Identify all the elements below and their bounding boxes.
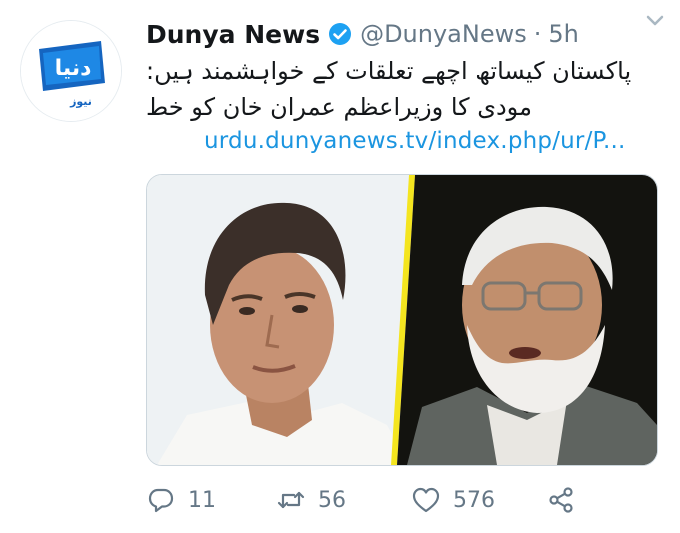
logo-wordmark: دنیا xyxy=(55,56,92,81)
tweet-actions: 11 56 576 xyxy=(146,478,656,522)
tweet-text-line-1: پاکستان کیساتھ اچھے تعلقات کے خواہشمند ہ… xyxy=(146,57,632,85)
retweet-icon xyxy=(277,491,305,509)
separator-dot: · xyxy=(533,20,542,48)
retweet-button[interactable]: 56 xyxy=(276,478,346,522)
verified-badge-icon xyxy=(328,22,352,46)
reply-count: 11 xyxy=(188,487,216,513)
author-handle[interactable]: @DunyaNews xyxy=(360,20,527,48)
tweet-media[interactable] xyxy=(146,174,658,466)
right-photo xyxy=(397,175,657,465)
caret-down-icon[interactable] xyxy=(644,8,666,34)
reply-icon xyxy=(148,488,174,513)
share-button[interactable] xyxy=(546,478,576,522)
tweet-timestamp[interactable]: 5h xyxy=(548,20,578,48)
retweet-count: 56 xyxy=(318,487,346,513)
author-name[interactable]: Dunya News xyxy=(146,20,320,49)
left-photo xyxy=(147,175,409,465)
logo-subtitle: نیوز xyxy=(69,95,92,108)
dunya-news-logo: دنیا نیوز xyxy=(21,21,121,121)
like-button[interactable]: 576 xyxy=(411,478,495,522)
like-icon xyxy=(412,487,440,513)
tweet-header: Dunya News @DunyaNews · 5h xyxy=(146,14,579,54)
avatar[interactable]: دنیا نیوز xyxy=(20,20,122,122)
reply-button[interactable]: 11 xyxy=(146,478,216,522)
share-icon xyxy=(549,487,573,513)
tweet-text-line-2: مودی کا وزیراعظم عمران خان کو خط xyxy=(146,93,532,121)
tweet-link[interactable]: urdu.dunyanews.tv/index.php/ur/P... xyxy=(204,128,626,154)
like-count: 576 xyxy=(453,487,495,513)
